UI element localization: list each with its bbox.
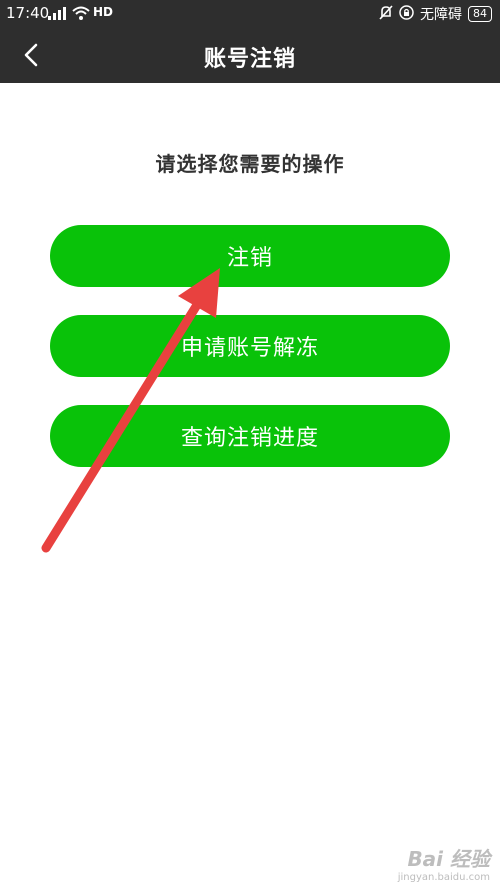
page-title: 账号注销 <box>203 47 296 72</box>
watermark-logo: Bai 经验 <box>407 847 490 871</box>
status-bar: 17:40 HD 无障碍 84 <box>0 0 500 26</box>
hd-badge: HD <box>93 5 114 19</box>
bell-off-icon <box>379 4 393 24</box>
check-progress-button[interactable]: 查询注销进度 <box>50 405 450 467</box>
battery-icon: 84 <box>468 6 492 22</box>
signal-icon <box>48 5 68 24</box>
accessibility-label: 无障碍 <box>420 7 462 23</box>
wifi-icon <box>72 5 90 24</box>
instruction-text: 请选择您需要的操作 <box>155 152 345 176</box>
status-time: 17:40 <box>6 4 50 22</box>
lock-rotation-icon <box>399 4 414 24</box>
status-right-group: 无障碍 84 <box>379 4 492 24</box>
watermark-url: jingyan.baidu.com <box>397 872 490 883</box>
deregister-button[interactable]: 注销 <box>50 225 450 287</box>
unfreeze-account-button[interactable]: 申请账号解冻 <box>50 315 450 377</box>
header-bar: 账号注销 <box>0 26 500 83</box>
watermark: Bai 经验 jingyan.baidu.com <box>398 843 490 883</box>
